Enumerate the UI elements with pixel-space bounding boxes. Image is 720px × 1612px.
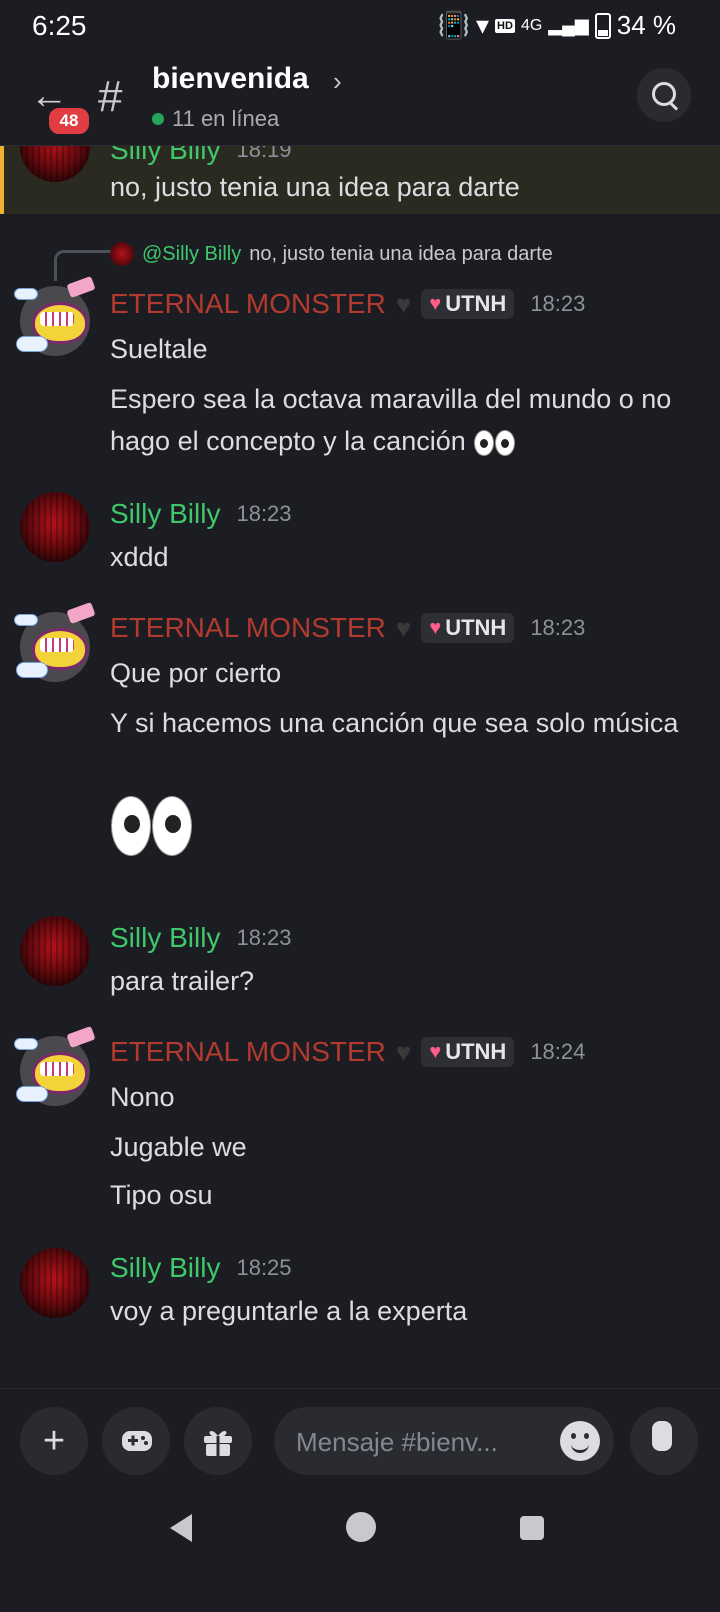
pink-heart-icon: ♥	[429, 1040, 442, 1063]
avatar[interactable]	[20, 146, 90, 182]
message-header: ETERNAL MONSTER ♥ ♥ UTNH 18:23	[110, 612, 585, 644]
message-text: Que por cierto	[110, 658, 282, 688]
search-button[interactable]	[637, 68, 691, 122]
author-name[interactable]: Silly Billy	[110, 922, 220, 954]
message-text: Nono	[110, 1082, 175, 1112]
message-text: Sueltale	[110, 334, 208, 364]
reply-mention[interactable]: @Silly Billy	[142, 243, 241, 266]
message-header: ETERNAL MONSTER ♥ ♥ UTNH 18:23	[110, 288, 585, 320]
message-header: Silly Billy 18:23	[110, 498, 292, 530]
nav-recents-icon[interactable]	[520, 1516, 544, 1540]
message-time: 18:19	[236, 146, 292, 162]
message-placeholder: Mensaje #bienv...	[296, 1427, 498, 1457]
plus-icon: +	[42, 1420, 66, 1462]
add-attachment-button[interactable]: +	[20, 1407, 88, 1475]
hash-icon: #	[98, 72, 123, 121]
gift-button[interactable]	[184, 1407, 252, 1475]
battery-level: 34 %	[616, 10, 676, 40]
message-text: Jugable we	[110, 1132, 247, 1162]
reply-connector	[54, 250, 111, 281]
message-header: Silly Billy 18:25	[110, 1252, 292, 1284]
pink-heart-icon: ♥	[429, 616, 442, 639]
message-header: ETERNAL MONSTER ♥ ♥ UTNH 18:24	[110, 1036, 585, 1068]
composer: + Mensaje #bienv...	[0, 1388, 720, 1489]
voice-message-button[interactable]	[630, 1407, 698, 1475]
emoji-icon[interactable]	[560, 1421, 600, 1461]
reply-preview[interactable]: @Silly Billy no, justo tenia una idea pa…	[110, 242, 553, 266]
black-heart-icon: ♥	[395, 1036, 412, 1067]
message-list[interactable]: Silly Billy 18:19 no, justo tenia una id…	[0, 146, 720, 1426]
mic-icon	[652, 1421, 672, 1451]
avatar[interactable]	[14, 1025, 96, 1106]
message-text: Tipo osu	[110, 1180, 213, 1210]
network-label: 4G	[520, 16, 543, 34]
channel-name[interactable]: bienvenida	[152, 62, 309, 96]
message-time: 18:24	[530, 1039, 586, 1064]
message-text: no, justo tenia una idea para darte	[110, 172, 520, 202]
server-tag[interactable]: ♥ UTNH	[421, 613, 515, 643]
eyes-emoji-icon[interactable]	[110, 796, 192, 856]
message-text: xddd	[110, 542, 169, 572]
avatar[interactable]	[20, 916, 90, 986]
black-heart-icon: ♥	[395, 288, 412, 319]
message-time: 18:23	[530, 291, 586, 316]
vibrate-icon: 📳	[437, 10, 470, 40]
message-header: Silly Billy 18:19	[110, 146, 292, 166]
avatar[interactable]	[14, 601, 96, 682]
eyes-emoji-icon	[473, 420, 516, 462]
server-tag[interactable]: ♥ UTNH	[421, 289, 515, 319]
reply-avatar	[110, 242, 134, 266]
message-header: Silly Billy 18:23	[110, 922, 292, 954]
author-name[interactable]: Silly Billy	[110, 146, 220, 166]
pink-heart-icon: ♥	[429, 292, 442, 315]
message-time: 18:23	[236, 501, 292, 526]
channel-header: ← 48 # bienvenida › 11 en línea	[0, 52, 720, 146]
avatar[interactable]	[14, 275, 96, 356]
battery-icon	[594, 12, 611, 39]
avatar[interactable]	[20, 1248, 90, 1318]
message-text: Y si hacemos una canción que sea solo mú…	[110, 708, 679, 738]
message-time: 18:25	[236, 1255, 292, 1280]
status-bar: 6:25 📳 ▾ HD 4G ▂▄▆ 34 %	[0, 0, 720, 52]
wifi-icon: ▾	[475, 10, 490, 40]
nav-back-icon[interactable]	[170, 1514, 192, 1542]
signal-icon: ▂▄▆	[548, 15, 589, 35]
status-icons: 📳 ▾ HD 4G ▂▄▆ 34 %	[438, 10, 676, 41]
message-time: 18:23	[530, 615, 586, 640]
gamepad-icon	[122, 1431, 152, 1451]
author-name[interactable]: ETERNAL MONSTER	[110, 288, 386, 320]
message-text: voy a preguntarle a la experta	[110, 1296, 468, 1326]
system-nav-bar	[0, 1490, 720, 1612]
online-dot-icon	[152, 113, 164, 125]
author-name[interactable]: ETERNAL MONSTER	[110, 1036, 386, 1068]
online-label: 11 en línea	[172, 106, 280, 131]
message-time: 18:23	[236, 925, 292, 950]
hd-icon: HD	[495, 18, 515, 33]
server-tag[interactable]: ♥ UTNH	[421, 1037, 515, 1067]
author-name[interactable]: ETERNAL MONSTER	[110, 612, 386, 644]
unread-badge: 48	[46, 105, 92, 137]
author-name[interactable]: Silly Billy	[110, 498, 220, 530]
reply-text: no, justo tenia una idea para darte	[249, 242, 553, 265]
status-time: 6:25	[32, 10, 87, 41]
chevron-right-icon[interactable]: ›	[333, 66, 342, 97]
message-text: Espero sea la octava maravilla del mundo…	[110, 378, 690, 462]
black-heart-icon: ♥	[395, 612, 412, 643]
nav-home-icon[interactable]	[346, 1512, 376, 1542]
gift-icon	[204, 1430, 232, 1456]
avatar[interactable]	[20, 492, 90, 562]
author-name[interactable]: Silly Billy	[110, 1252, 220, 1284]
message-input[interactable]: Mensaje #bienv...	[274, 1407, 614, 1475]
online-count: 11 en línea	[152, 106, 279, 132]
activities-button[interactable]	[102, 1407, 170, 1475]
message-text: para trailer?	[110, 966, 255, 996]
